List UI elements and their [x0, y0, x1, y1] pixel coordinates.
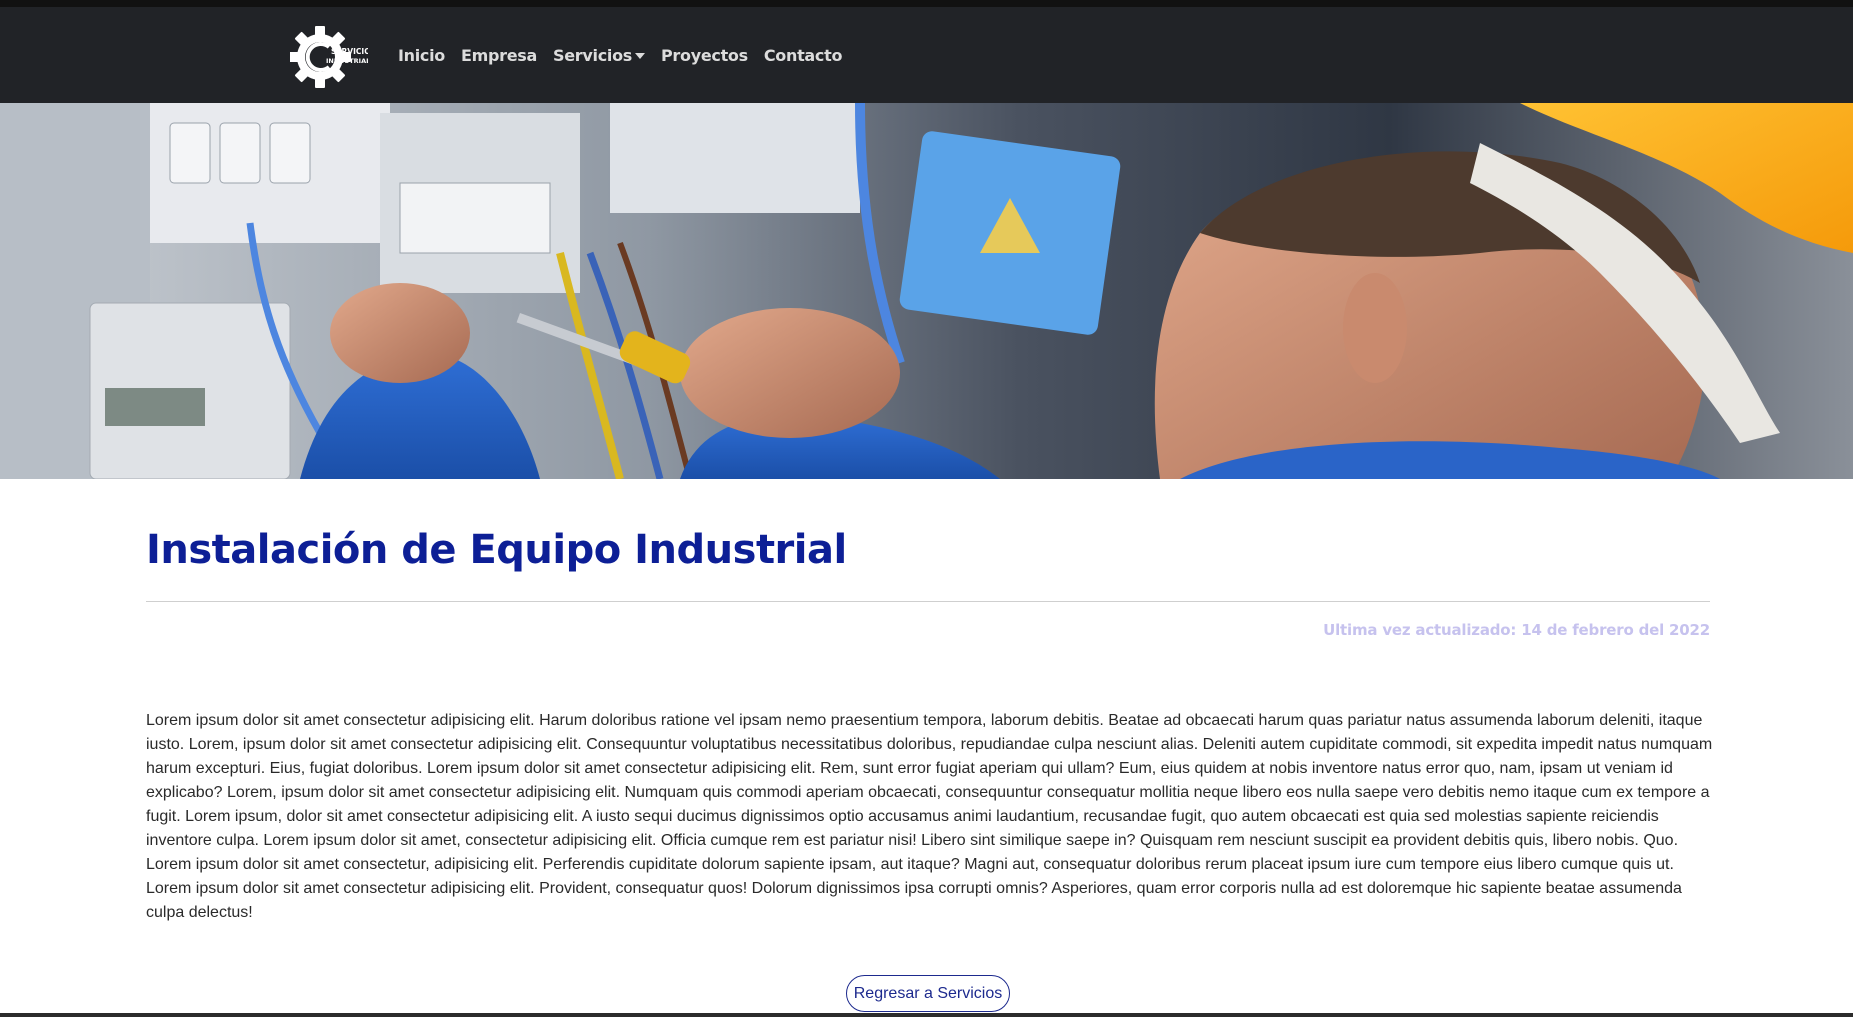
title-divider [146, 601, 1710, 602]
hero-image [0, 103, 1853, 479]
logo-text-line2: INDUSTRIALES [326, 57, 368, 65]
page-title: Instalación de Equipo Industrial [146, 527, 847, 573]
nav-link-contacto[interactable]: Contacto [763, 45, 843, 65]
navbar: SERVICIOS INDUSTRIALES Inicio Empresa Se… [0, 7, 1853, 103]
nav-dropdown-servicios[interactable]: Servicios [553, 46, 645, 65]
nav-link-empresa[interactable]: Empresa [461, 46, 537, 65]
nav-link-label: Empresa [461, 45, 538, 65]
bottom-border [0, 1013, 1853, 1017]
last-updated-text: Ultima vez actualizado: 14 de febrero de… [1323, 621, 1710, 639]
nav-link-proyectos[interactable]: Proyectos [661, 46, 748, 65]
back-to-services-button[interactable]: Regresar a Servicios [846, 975, 1010, 1012]
nav-link-label: Contacto [763, 45, 843, 65]
brand-logo[interactable]: SERVICIOS INDUSTRIALES [289, 25, 380, 89]
caret-down-icon [635, 53, 645, 59]
logo-text-line1: SERVICIOS [331, 47, 368, 56]
nav-link-inicio[interactable]: Inicio [398, 46, 445, 65]
nav-link-label: Servicios [553, 45, 632, 65]
service-description: Lorem ipsum dolor sit amet consectetur a… [146, 712, 1713, 921]
back-button-label: Regresar a Servicios [853, 984, 1003, 1002]
nav-menu: Inicio Empresa Servicios Proyectos Conta… [398, 7, 858, 103]
nav-link-label: Inicio [398, 45, 445, 65]
nav-link-label: Proyectos [661, 45, 748, 65]
top-border [0, 0, 1853, 7]
